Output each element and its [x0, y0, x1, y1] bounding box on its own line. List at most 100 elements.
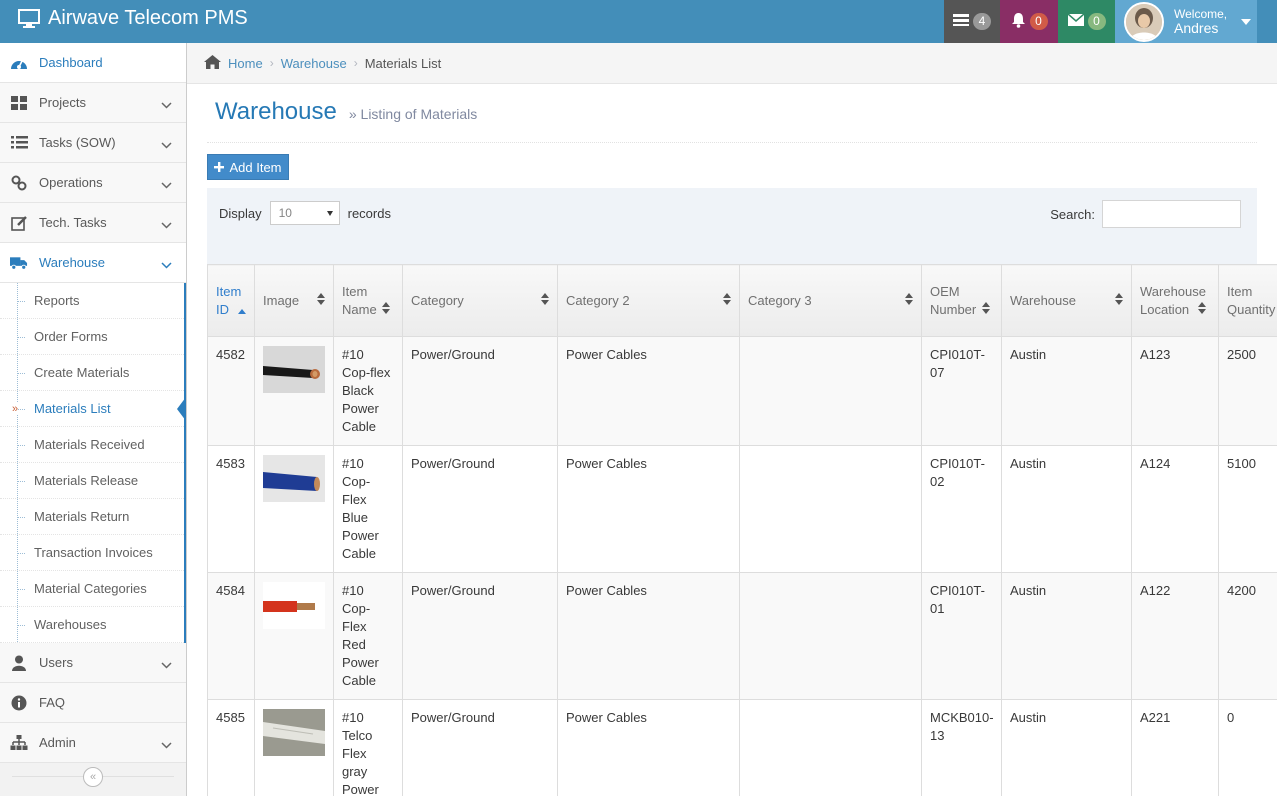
cell-category: Power/Ground	[402, 699, 558, 796]
sidebar-item-warehouse[interactable]: Warehouse	[0, 243, 186, 283]
col-header-category[interactable]: Category	[402, 264, 558, 337]
cell-location: A124	[1131, 445, 1219, 573]
add-item-button[interactable]: Add Item	[207, 154, 289, 180]
submenu-item-label: Material Categories	[34, 581, 147, 596]
chevron-down-icon	[161, 737, 172, 752]
cell-quantity: 2500	[1218, 336, 1277, 446]
sidebar-item-label: Users	[39, 655, 73, 670]
col-header-category-3[interactable]: Category 3	[739, 264, 922, 337]
sidebar-item-faq[interactable]: FAQ	[0, 683, 186, 723]
col-header-warehouse-location[interactable]: Warehouse Location	[1131, 264, 1219, 337]
cell-image	[254, 699, 334, 796]
brand[interactable]: Airwave Telecom PMS	[18, 7, 248, 30]
sidebar-item-tech-tasks[interactable]: Tech. Tasks	[0, 203, 186, 243]
sidebar-collapse: «	[0, 764, 186, 796]
sidebar-item-users[interactable]: Users	[0, 643, 186, 683]
materials-table-wrapper: Item ID Image Item Name Category Categor…	[207, 264, 1277, 796]
sidebar-item-label: Admin	[39, 735, 76, 750]
col-header-label: Image	[263, 292, 300, 308]
table-row[interactable]: 4585 #10 Telco Flex gray Power Cable Pow…	[207, 699, 1277, 796]
list-icon	[10, 134, 28, 152]
col-header-item-name[interactable]: Item Name	[333, 264, 403, 337]
sidebar-item-tasks[interactable]: Tasks (SOW)	[0, 123, 186, 163]
sidebar-item-dashboard[interactable]: Dashboard	[0, 43, 186, 83]
cell-warehouse: Austin	[1001, 336, 1132, 446]
page-size-select[interactable]: 10	[269, 201, 340, 225]
sidebar-item-operations[interactable]: Operations	[0, 163, 186, 203]
notifications-badge: 0	[1029, 13, 1048, 30]
sidebar-item-admin[interactable]: Admin	[0, 723, 186, 763]
table-row[interactable]: 4582 #10 Cop-flex Black Power Cable Powe…	[207, 336, 1277, 446]
cell-location: A221	[1131, 699, 1219, 796]
page-title: Warehouse	[215, 98, 337, 125]
cell-category-2: Power Cables	[557, 445, 740, 573]
breadcrumb-current: Materials List	[364, 55, 442, 71]
messages-menu[interactable]: 0	[1058, 0, 1115, 43]
cell-category-3	[739, 445, 922, 573]
submenu-item-create-materials[interactable]: Create Materials	[0, 355, 184, 391]
notifications-menu[interactable]: 0	[1000, 0, 1058, 43]
cell-oem-number: CPI010T-01	[921, 572, 1002, 700]
col-header-warehouse[interactable]: Warehouse	[1001, 264, 1132, 337]
records-label: records	[347, 205, 391, 221]
user-icon	[10, 654, 28, 672]
sort-icon	[382, 302, 390, 314]
col-header-item-id[interactable]: Item ID	[207, 264, 255, 337]
col-header-image[interactable]: Image	[254, 264, 334, 337]
sort-icon	[1198, 302, 1206, 314]
avatar	[1124, 1, 1164, 42]
submenu-item-order-forms[interactable]: Order Forms	[0, 319, 184, 355]
submenu-item-materials-list[interactable]: » Materials List	[0, 391, 186, 427]
submenu-item-material-categories[interactable]: Material Categories	[0, 571, 184, 607]
welcome-text: Welcome,	[1174, 6, 1228, 21]
sort-icon	[1115, 293, 1123, 305]
submenu-item-materials-release[interactable]: Materials Release	[0, 463, 184, 499]
cell-image	[254, 572, 334, 700]
chevron-right-icon: ›	[269, 56, 274, 70]
cell-category: Power/Ground	[402, 445, 558, 573]
black-cable-image	[263, 346, 325, 393]
link-icon	[10, 174, 28, 192]
submenu-item-label: Materials List	[34, 401, 111, 416]
table-header-row: Item ID Image Item Name Category Categor…	[207, 264, 1277, 337]
dropdown-arrow-icon	[326, 211, 333, 216]
collapse-double-left-icon[interactable]: «	[83, 766, 103, 787]
user-menu[interactable]: Welcome, Andres	[1115, 0, 1257, 43]
submenu-item-transaction-invoices[interactable]: Transaction Invoices	[0, 535, 184, 571]
grid-icon	[10, 94, 28, 112]
sidebar-item-label: Dashboard	[39, 55, 103, 70]
col-header-oem-number[interactable]: OEM Number	[921, 264, 1002, 337]
blue-cable-image	[263, 455, 325, 502]
breadcrumb-warehouse[interactable]: Warehouse	[281, 56, 347, 71]
cell-category: Power/Ground	[402, 572, 558, 700]
search-input[interactable]	[1102, 200, 1241, 228]
display-label: Display	[219, 205, 262, 221]
cell-oem-number: CPI010T-07	[921, 336, 1002, 446]
table-row[interactable]: 4584 #10 Cop-Flex Red Power Cable Power/…	[207, 572, 1277, 700]
cell-category: Power/Ground	[402, 336, 558, 446]
sitemap-icon	[10, 734, 28, 752]
col-header-label: OEM Number	[930, 283, 977, 317]
cell-item-id: 4583	[207, 445, 255, 573]
sidebar-item-label: Projects	[39, 95, 86, 110]
breadcrumb-home[interactable]: Home	[228, 56, 263, 71]
app-title: Airwave Telecom PMS	[48, 7, 248, 29]
col-header-category-2[interactable]: Category 2	[557, 264, 740, 337]
sort-icon	[317, 293, 325, 305]
submenu-item-reports[interactable]: Reports	[0, 283, 184, 319]
table-row[interactable]: 4583 #10 Cop-Flex Blue Power Cable Power…	[207, 445, 1277, 573]
sidebar-item-projects[interactable]: Projects	[0, 83, 186, 123]
submenu-item-warehouses[interactable]: Warehouses	[0, 607, 184, 643]
warehouse-submenu: Reports Order Forms Create Materials » M…	[0, 283, 186, 643]
sidebar-item-label: FAQ	[39, 695, 66, 710]
cell-warehouse: Austin	[1001, 699, 1132, 796]
submenu-item-materials-received[interactable]: Materials Received	[0, 427, 184, 463]
dashboard-icon	[10, 54, 28, 72]
materials-table: Item ID Image Item Name Category Categor…	[207, 264, 1277, 796]
tasks-menu[interactable]: 4	[944, 0, 1000, 43]
sidebar: Dashboard Projects Tasks (SOW) Operation…	[0, 43, 187, 796]
col-header-item-quantity[interactable]: Item Quantity	[1218, 264, 1277, 337]
submenu-item-materials-return[interactable]: Materials Return	[0, 499, 184, 535]
search-label: Search:	[1050, 206, 1095, 222]
cell-category-3	[739, 572, 922, 700]
